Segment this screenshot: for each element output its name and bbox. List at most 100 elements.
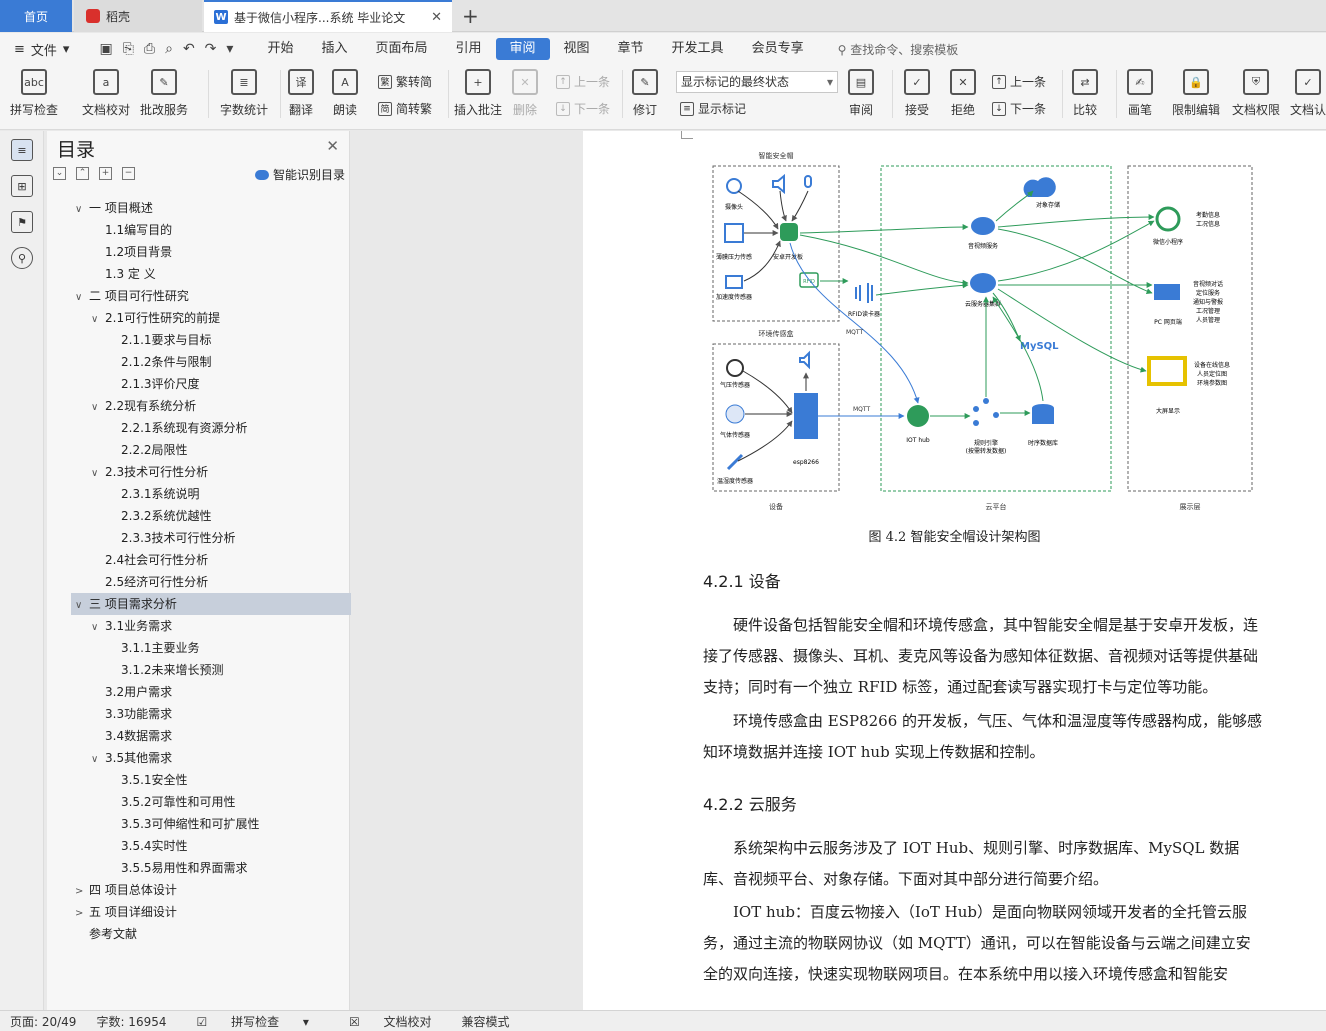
toc-item[interactable]: 3.3功能需求 (47, 703, 350, 725)
insert-comment-button[interactable]: + 插入批注 (454, 69, 502, 118)
spell-check-button[interactable]: abc 拼写检查 (10, 69, 58, 118)
menu-tab-1[interactable]: 插入 (307, 38, 361, 60)
undo-icon[interactable]: ↶ (183, 41, 195, 57)
collapse-all-icon[interactable]: ⌃ (76, 167, 89, 180)
chevron-down-icon[interactable]: ∨ (75, 287, 89, 309)
page-indicator[interactable]: 页面: 20/49 (10, 1013, 76, 1030)
tab-document[interactable]: W 基于微信小程序...系统 毕业论文 ✕ (204, 0, 452, 32)
read-aloud-button[interactable]: A 朗读 (332, 69, 358, 118)
chevron-down-icon[interactable]: ∨ (91, 463, 105, 485)
toc-item[interactable]: ∨ 二 项目可行性研究 (47, 285, 350, 307)
toc-item[interactable]: > 四 项目总体设计 (47, 879, 350, 901)
outline-icon[interactable]: ⊞ (11, 175, 33, 197)
compare-button[interactable]: ⇄ 比较 (1072, 69, 1098, 118)
toc-item[interactable]: ∨ 2.2现有系统分析 (47, 395, 350, 417)
toc-item[interactable]: 3.5.2可靠性和可用性 (47, 791, 350, 813)
toc-item[interactable]: 2.3.2系统优越性 (47, 505, 350, 527)
doc-permission-button[interactable]: ⛨ 文档权限 (1232, 69, 1280, 118)
toc-item[interactable]: 3.5.1安全性 (47, 769, 350, 791)
prev-change-button[interactable]: ↑ 上一条 (992, 73, 1046, 90)
chevron-down-icon[interactable]: ∨ (91, 309, 105, 331)
chevron-down-icon[interactable]: ∨ (75, 595, 89, 617)
command-search[interactable]: ⚲ 查找命令、搜索模板 (838, 41, 959, 58)
toc-item[interactable]: 1.2项目背景 (47, 241, 350, 263)
toc-item[interactable]: 3.1.2未来增长预测 (47, 659, 350, 681)
restrict-edit-button[interactable]: 🔒 限制编辑 (1172, 69, 1220, 118)
toc-item[interactable]: ∨ 3.5其他需求 (47, 747, 350, 769)
redo-icon[interactable]: ↷ (205, 41, 217, 57)
expand-all-icon[interactable]: ⌄ (53, 167, 66, 180)
bookmark-icon[interactable]: ⚑ (11, 211, 33, 233)
toc-item[interactable]: 3.1.1主要业务 (47, 637, 350, 659)
save-icon[interactable]: ▣ (99, 41, 112, 57)
print-icon[interactable]: ⎙ (144, 41, 155, 57)
find-icon[interactable]: ⚲ (11, 247, 33, 269)
menu-tab-3[interactable]: 引用 (441, 38, 495, 60)
pen-button[interactable]: ✍ 画笔 (1127, 69, 1153, 118)
toc-item[interactable]: 2.2.1系统现有资源分析 (47, 417, 350, 439)
toc-item[interactable]: ∨ 2.3技术可行性分析 (47, 461, 350, 483)
proofread-status[interactable]: ☒ 文档校对 (339, 1013, 442, 1030)
toc-item[interactable]: 2.1.3评价尺度 (47, 373, 350, 395)
translate-button[interactable]: 译翻译 (288, 69, 314, 118)
delete-comment-button[interactable]: ✕ 删除 (512, 69, 538, 118)
track-changes-button[interactable]: ✎ 修订 (632, 69, 658, 118)
close-icon[interactable]: ✕ (326, 137, 339, 155)
reject-button[interactable]: ✕ 拒绝 (950, 69, 976, 118)
export-pdf-icon[interactable]: ⎘ (123, 41, 134, 57)
toc-item[interactable]: 2.3.3技术可行性分析 (47, 527, 350, 549)
toc-item[interactable]: 3.2用户需求 (47, 681, 350, 703)
menu-tab-8[interactable]: 会员专享 (738, 38, 818, 60)
remove-heading-icon[interactable]: − (122, 167, 135, 180)
file-menu[interactable]: ≡ 文件 ▾ (14, 40, 69, 59)
review-pane-button[interactable]: ▤ 审阅 (848, 69, 874, 118)
chevron-down-icon[interactable]: ∨ (91, 397, 105, 419)
toc-item[interactable]: 1.1编写目的 (47, 219, 350, 241)
chevron-down-icon[interactable]: ∨ (91, 749, 105, 771)
next-comment-button[interactable]: ↓ 下一条 (556, 100, 610, 117)
menu-tab-7[interactable]: 开发工具 (658, 38, 738, 60)
quick-access-more-icon[interactable]: ▾ (226, 41, 233, 57)
add-heading-icon[interactable]: + (99, 167, 112, 180)
toc-item[interactable]: ∨ 一 项目概述 (47, 197, 350, 219)
toc-item[interactable]: ∨ 2.1可行性研究的前提 (47, 307, 350, 329)
markup-mode-select[interactable]: 显示标记的最终状态 (676, 71, 838, 93)
trad-to-simp-button[interactable]: 繁繁转简 (378, 73, 432, 90)
toc-item[interactable]: 2.1.1要求与目标 (47, 329, 350, 351)
accept-button[interactable]: ✓ 接受 (904, 69, 930, 118)
spell-check-status[interactable]: ☑ 拼写检查 ▾ (187, 1013, 319, 1030)
smart-toc-button[interactable]: 智能识别目录 (254, 166, 345, 183)
prev-comment-button[interactable]: ↑ 上一条 (556, 73, 610, 90)
menu-tab-5[interactable]: 视图 (550, 38, 604, 60)
chevron-right-icon[interactable]: > (75, 881, 89, 903)
new-tab-icon[interactable]: + (462, 4, 479, 28)
toc-item[interactable]: 2.5经济可行性分析 (47, 571, 350, 593)
toc-item[interactable]: ∨ 3.1业务需求 (47, 615, 350, 637)
chevron-down-icon[interactable]: ∨ (91, 617, 105, 639)
toc-item[interactable]: 2.2.2局限性 (47, 439, 350, 461)
print-preview-icon[interactable]: ⌕ (165, 41, 173, 57)
show-markup-button[interactable]: ≡ 显示标记 (680, 100, 746, 117)
chevron-down-icon[interactable]: ∨ (75, 199, 89, 221)
toc-item[interactable]: 3.5.4实时性 (47, 835, 350, 857)
close-tab-icon[interactable]: ✕ (431, 10, 442, 25)
word-count-button[interactable]: ≣ 字数统计 (220, 69, 268, 118)
menu-tab-6[interactable]: 章节 (604, 38, 658, 60)
toc-item[interactable]: 3.5.3可伸缩性和可扩展性 (47, 813, 350, 835)
toc-item[interactable]: 3.5.5易用性和界面需求 (47, 857, 350, 879)
toc-item[interactable]: 3.4数据需求 (47, 725, 350, 747)
toc-item[interactable]: 2.4社会可行性分析 (47, 549, 350, 571)
toc-item[interactable]: > 五 项目详细设计 (47, 901, 350, 923)
menu-tab-4[interactable]: 审阅 (495, 38, 550, 60)
simp-to-trad-button[interactable]: 简简转繁 (378, 100, 432, 117)
review-service-button[interactable]: ✎ 批改服务 (140, 69, 188, 118)
menu-tab-0[interactable]: 开始 (253, 38, 307, 60)
toc-item[interactable]: 2.1.2条件与限制 (47, 351, 350, 373)
next-change-button[interactable]: ↓ 下一条 (992, 100, 1046, 117)
chevron-right-icon[interactable]: > (75, 903, 89, 925)
tab-home[interactable]: 首页 (0, 0, 72, 32)
menu-tab-2[interactable]: 页面布局 (361, 38, 441, 60)
word-count-indicator[interactable]: 字数: 16954 (96, 1013, 166, 1030)
toc-item[interactable]: 1.3 定 义 (47, 263, 350, 285)
toc-icon[interactable]: ≡ (11, 139, 33, 161)
